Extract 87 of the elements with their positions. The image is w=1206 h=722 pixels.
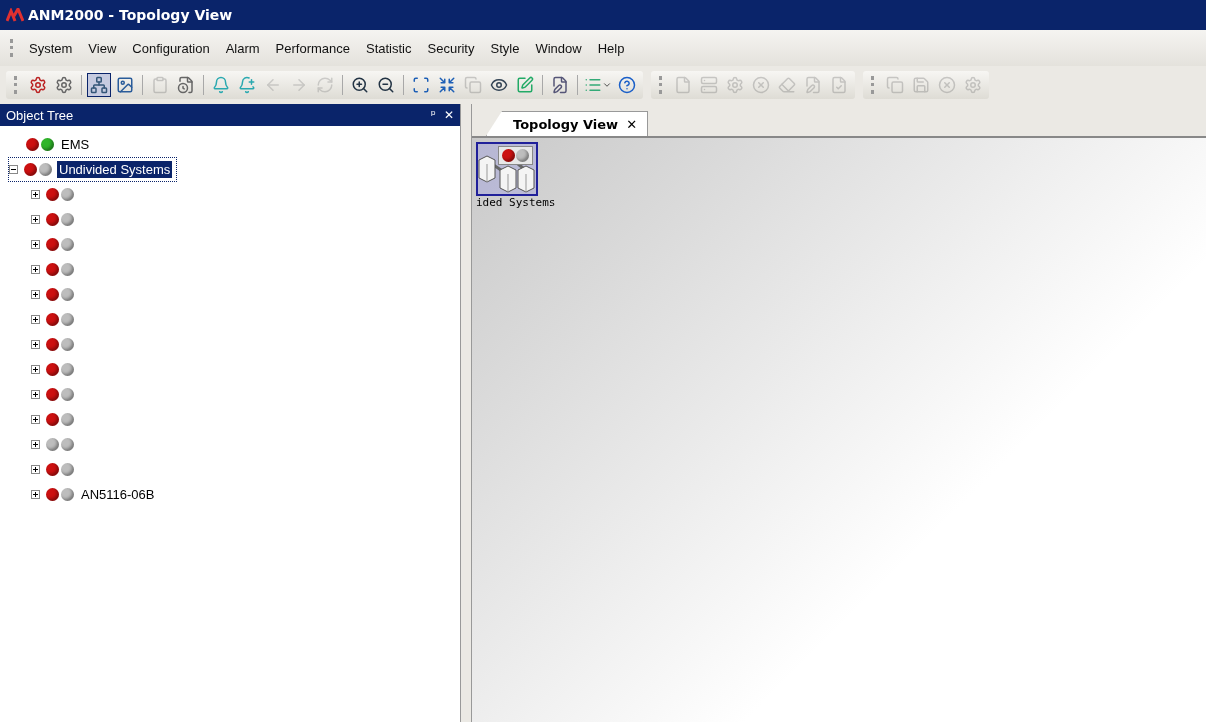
menu-item[interactable]: Performance [268, 37, 357, 59]
expand-toggle[interactable] [31, 215, 40, 224]
copy-icon [886, 76, 904, 94]
app-logo-icon [6, 8, 24, 22]
expand-toggle[interactable] [31, 365, 40, 374]
plus-icon [33, 192, 38, 197]
plus-icon [33, 392, 38, 397]
plus-icon [33, 267, 38, 272]
tree-item-label: AN5116-06B [80, 486, 156, 503]
menu-item[interactable]: Help [590, 37, 632, 59]
copy-icon [464, 76, 482, 94]
menu-item[interactable]: Configuration [125, 37, 217, 59]
clipboard-icon [151, 76, 169, 94]
tab[interactable]: Topology View ✕ [486, 111, 649, 136]
expand-toggle[interactable] [31, 190, 40, 199]
server-icon [700, 76, 718, 94]
expand-toggle[interactable] [31, 490, 40, 499]
caret-icon [602, 80, 612, 90]
menu-item[interactable]: Statistic [359, 37, 419, 59]
circle-x-icon [752, 76, 770, 94]
bell-icon [212, 76, 230, 94]
plus-icon [33, 467, 38, 472]
file-edit-icon [551, 76, 569, 94]
file-icon [674, 76, 692, 94]
toolbar-button[interactable] [87, 73, 111, 97]
plus-icon [33, 317, 38, 322]
menu-item[interactable]: Alarm [218, 37, 267, 59]
menu-item[interactable]: Window [528, 37, 589, 59]
circle-x-icon [938, 76, 956, 94]
help-icon [618, 76, 636, 94]
eye-icon [490, 76, 508, 94]
tree-row[interactable]: AN5116-06B [30, 482, 162, 507]
window-title: ANM2000 - Topology View [28, 7, 233, 23]
topology-node[interactable] [476, 142, 538, 196]
tree-row[interactable]: EMS [8, 132, 97, 157]
edit-icon [516, 76, 534, 94]
zoom-out-icon [377, 76, 395, 94]
plus-icon [33, 367, 38, 372]
file-check-icon [830, 76, 848, 94]
expand-toggle[interactable] [31, 340, 40, 349]
network-icon [90, 76, 108, 94]
menu-item[interactable]: System [22, 37, 80, 59]
plus-icon [33, 492, 38, 497]
plus-icon [33, 342, 38, 347]
node-label: ided Systems [476, 196, 556, 209]
tree-row[interactable]: Undivided Systems [8, 157, 178, 182]
settings-icon [726, 76, 744, 94]
file-edit-icon [804, 76, 822, 94]
menu-item[interactable]: Security [420, 37, 482, 59]
expand-toggle[interactable] [31, 240, 40, 249]
tree-item-label: EMS [60, 136, 91, 153]
plus-icon [33, 292, 38, 297]
eraser-icon [778, 76, 796, 94]
expand-toggle[interactable] [31, 465, 40, 474]
menu-item[interactable]: Style [483, 37, 527, 59]
collapse-toggle[interactable] [9, 165, 18, 174]
save-icon [912, 76, 930, 94]
expand-toggle[interactable] [31, 265, 40, 274]
expand-toggle[interactable] [31, 390, 40, 399]
close-button[interactable]: ✕ [443, 108, 454, 122]
bell-plus-icon [238, 76, 256, 94]
plus-icon [33, 242, 38, 247]
expand-toggle[interactable] [31, 315, 40, 324]
zoom-in-icon [351, 76, 369, 94]
list-icon [584, 76, 602, 94]
refresh-icon [316, 76, 334, 94]
tree-item-label: Undivided Systems [57, 161, 173, 178]
plus-icon [33, 417, 38, 422]
arrow-right-icon [290, 76, 308, 94]
file-clock-icon [177, 76, 195, 94]
plus-icon [33, 442, 38, 447]
image-icon [116, 76, 134, 94]
panel-title: Object Tree [6, 107, 75, 123]
expand-toggle[interactable] [31, 290, 40, 299]
plus-icon [33, 217, 38, 222]
settings-icon [964, 76, 982, 94]
minus-icon [11, 169, 16, 170]
settings-icon [55, 76, 73, 94]
menu-item[interactable]: View [81, 37, 124, 59]
settings-icon [29, 76, 47, 94]
close-button[interactable]: ✕ [626, 116, 638, 132]
fit-frame-icon [412, 76, 430, 94]
expand-toggle[interactable] [31, 440, 40, 449]
expand-toggle[interactable] [31, 415, 40, 424]
tab-label: Topology View [513, 116, 619, 132]
pin-button[interactable]: ᵖ [430, 108, 436, 122]
shrink-icon [438, 76, 456, 94]
